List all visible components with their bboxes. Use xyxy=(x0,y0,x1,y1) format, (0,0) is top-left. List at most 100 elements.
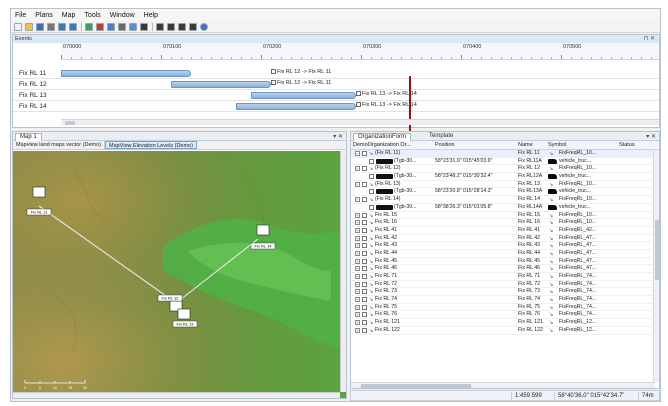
expand-toggle[interactable]: + xyxy=(355,235,360,241)
screenshot-icon[interactable] xyxy=(140,22,148,31)
event-label[interactable]: Fix RL 13 -> Fix RL 14 xyxy=(356,91,417,97)
grid-row[interactable]: − ↘ (Fix RL 11) Fix RL 11 ↘ FixFreqRL_10... xyxy=(351,150,659,158)
grid-row[interactable]: (Tgb-30... 58°23'20.8" 015°28'14.3" Fix RL… xyxy=(351,188,659,197)
event-bar[interactable] xyxy=(251,92,356,99)
expand-toggle[interactable]: + xyxy=(355,243,360,249)
grid-row[interactable]: + ↘ Fix RL 121 Fix RL 121 ↘ FixFreqRL_12... xyxy=(351,319,659,327)
tab-template[interactable]: Template xyxy=(425,133,457,141)
open-icon[interactable] xyxy=(25,22,33,31)
map-canvas[interactable]: Fix RL 11 Fix RL 12 Fix RL 13 Fix RL 14 xyxy=(13,151,346,398)
map-horizontal-scrollbar[interactable] xyxy=(13,392,340,398)
grid-row[interactable]: − ↘ (Fix RL 13) Fix RL 13 ↘ FixFreqRL_10... xyxy=(351,181,659,189)
column-header-status[interactable]: Status xyxy=(619,142,635,148)
menu-window[interactable]: Window xyxy=(110,12,135,19)
tab-elevation-levels[interactable]: MapView Elevation Levels (Demo) xyxy=(104,141,197,149)
rewind-icon[interactable] xyxy=(156,22,164,31)
pan-icon[interactable] xyxy=(118,22,126,31)
row-checkbox[interactable] xyxy=(362,197,367,203)
row-checkbox[interactable] xyxy=(362,274,367,279)
row-checkbox[interactable] xyxy=(369,174,374,180)
tab-organization-form[interactable]: OrganizationForm xyxy=(353,133,412,141)
grid-row[interactable]: (Tgb-30... 58°23'48.2" 015°30'32.4" Fix RL… xyxy=(351,173,659,181)
expand-toggle[interactable]: + xyxy=(355,266,360,272)
menu-plans[interactable]: Plans xyxy=(35,12,53,19)
org-vertical-scrollbar-thumb[interactable] xyxy=(655,220,659,280)
grid-row[interactable]: (Tgb-30... 58°23'31.0" 015°45'03.9" Fix RL… xyxy=(351,158,659,166)
expand-toggle[interactable]: − xyxy=(355,181,360,187)
event-bar[interactable] xyxy=(171,81,271,88)
grid-row[interactable]: (Tgb-30... 58°38'26.3" 015°01'05.8" Fix RL… xyxy=(351,204,659,212)
event-row-label[interactable]: Fix RL 12 xyxy=(13,79,61,90)
grid-row[interactable]: + ↘ Fix RL 46 Fix RL 46 ↘ FixFreqRL_47... xyxy=(351,265,659,273)
print-icon[interactable] xyxy=(47,22,55,31)
event-row-label[interactable]: Fix RL 11 xyxy=(13,68,61,79)
event-row-label[interactable]: Fix RL 13 xyxy=(13,90,61,101)
row-checkbox[interactable] xyxy=(362,320,367,326)
undo-icon[interactable] xyxy=(58,22,66,31)
column-header-symbol[interactable]: Symbol xyxy=(548,142,566,148)
org-panel-controls[interactable]: ▾ ✕ xyxy=(646,133,656,140)
expand-toggle[interactable]: + xyxy=(355,274,360,279)
save-icon[interactable] xyxy=(36,22,44,31)
row-checkbox[interactable] xyxy=(369,204,374,210)
grid-row[interactable]: + ↘ Fix RL 43 Fix RL 43 ↘ FixFreqRL_47... xyxy=(351,242,659,250)
events-scrollbar[interactable] xyxy=(61,119,659,125)
grid-row[interactable]: + ↘ Fix RL 16 Fix RL 16 ↘ FixFreqRL_10... xyxy=(351,219,659,227)
row-checkbox[interactable] xyxy=(362,312,367,318)
zoom-icon[interactable] xyxy=(107,22,115,31)
row-checkbox[interactable] xyxy=(362,166,367,172)
events-panel-controls[interactable]: ⊓ ✕ xyxy=(644,35,655,43)
import-icon[interactable] xyxy=(85,22,93,31)
row-checkbox[interactable] xyxy=(362,220,367,226)
map-vertical-scrollbar[interactable] xyxy=(340,151,346,392)
map-svg[interactable]: Fix RL 11 Fix RL 12 Fix RL 13 Fix RL 14 xyxy=(13,151,346,398)
row-checkbox[interactable] xyxy=(362,243,367,249)
row-checkbox[interactable] xyxy=(362,212,367,218)
row-checkbox[interactable] xyxy=(362,250,367,256)
row-checkbox[interactable] xyxy=(369,189,374,195)
tab-land-maps-vector[interactable]: Mapview land maps vector (Demo) xyxy=(13,141,105,149)
expand-toggle[interactable]: + xyxy=(355,312,360,318)
expand-toggle[interactable]: + xyxy=(355,212,360,218)
delete-icon[interactable] xyxy=(96,22,104,31)
row-checkbox[interactable] xyxy=(362,281,367,287)
event-label[interactable]: Fix RL 12 -> Fix RL 11 xyxy=(271,80,331,86)
menu-help[interactable]: Help xyxy=(144,12,158,19)
event-bar[interactable] xyxy=(61,70,191,77)
row-checkbox[interactable] xyxy=(362,227,367,233)
step-forward-icon[interactable] xyxy=(178,22,186,31)
grid-row[interactable]: + ↘ Fix RL 75 Fix RL 75 ↘ FixFreqRL_74... xyxy=(351,304,659,312)
expand-toggle[interactable]: − xyxy=(355,166,360,172)
layers-icon[interactable] xyxy=(129,22,137,31)
grid-row[interactable]: + ↘ Fix RL 42 Fix RL 42 ↘ FixFreqRL_47... xyxy=(351,235,659,243)
grid-row[interactable]: + ↘ Fix RL 76 Fix RL 76 ↘ FixFreqRL_74... xyxy=(351,311,659,320)
grid-row[interactable]: + ↘ Fix RL 44 Fix RL 44 ↘ FixFreqRL_47... xyxy=(351,250,659,258)
new-icon[interactable] xyxy=(14,22,22,31)
expand-toggle[interactable]: + xyxy=(355,304,360,310)
row-checkbox[interactable] xyxy=(362,304,367,310)
row-checkbox[interactable] xyxy=(362,181,367,187)
row-checkbox[interactable] xyxy=(362,289,367,295)
event-label[interactable]: Fix RL 13 -> Fix RL 14 xyxy=(356,102,417,108)
grid-row[interactable]: − ↘ (Fix RL 14) Fix RL 14 ↘ FixFreqRL_10... xyxy=(351,196,659,204)
column-header-organization[interactable]: DemoOrganization Or... xyxy=(353,142,411,148)
globe-icon[interactable] xyxy=(200,22,208,31)
expand-toggle[interactable]: + xyxy=(355,327,360,333)
row-checkbox[interactable] xyxy=(362,258,367,264)
event-row-label[interactable]: Fix RL 14 xyxy=(13,101,61,112)
expand-toggle[interactable]: − xyxy=(355,197,360,203)
org-horizontal-scrollbar[interactable] xyxy=(351,382,655,388)
tab-map-1[interactable]: Map 1 xyxy=(15,133,42,141)
grid-row[interactable]: + ↘ Fix RL 71 Fix RL 71 ↘ FixFreqRL_74... xyxy=(351,273,659,281)
grid-row[interactable]: + ↘ Fix RL 73 Fix RL 73 ↘ FixFreqRL_74... xyxy=(351,288,659,297)
column-header-position[interactable]: Position xyxy=(435,142,455,148)
map-panel-controls[interactable]: ▾ ✕ xyxy=(333,133,343,140)
row-checkbox[interactable] xyxy=(362,151,367,156)
step-back-icon[interactable] xyxy=(167,22,175,31)
grid-row[interactable]: + ↘ Fix RL 41 Fix RL 41 ↘ FixFreqRL_42... xyxy=(351,227,659,235)
row-checkbox[interactable] xyxy=(369,158,374,164)
row-checkbox[interactable] xyxy=(362,266,367,272)
expand-toggle[interactable]: + xyxy=(355,227,360,233)
event-label[interactable]: Fix RL 12 -> Fix RL 11 xyxy=(271,69,331,75)
org-vertical-scrollbar[interactable] xyxy=(653,150,659,382)
